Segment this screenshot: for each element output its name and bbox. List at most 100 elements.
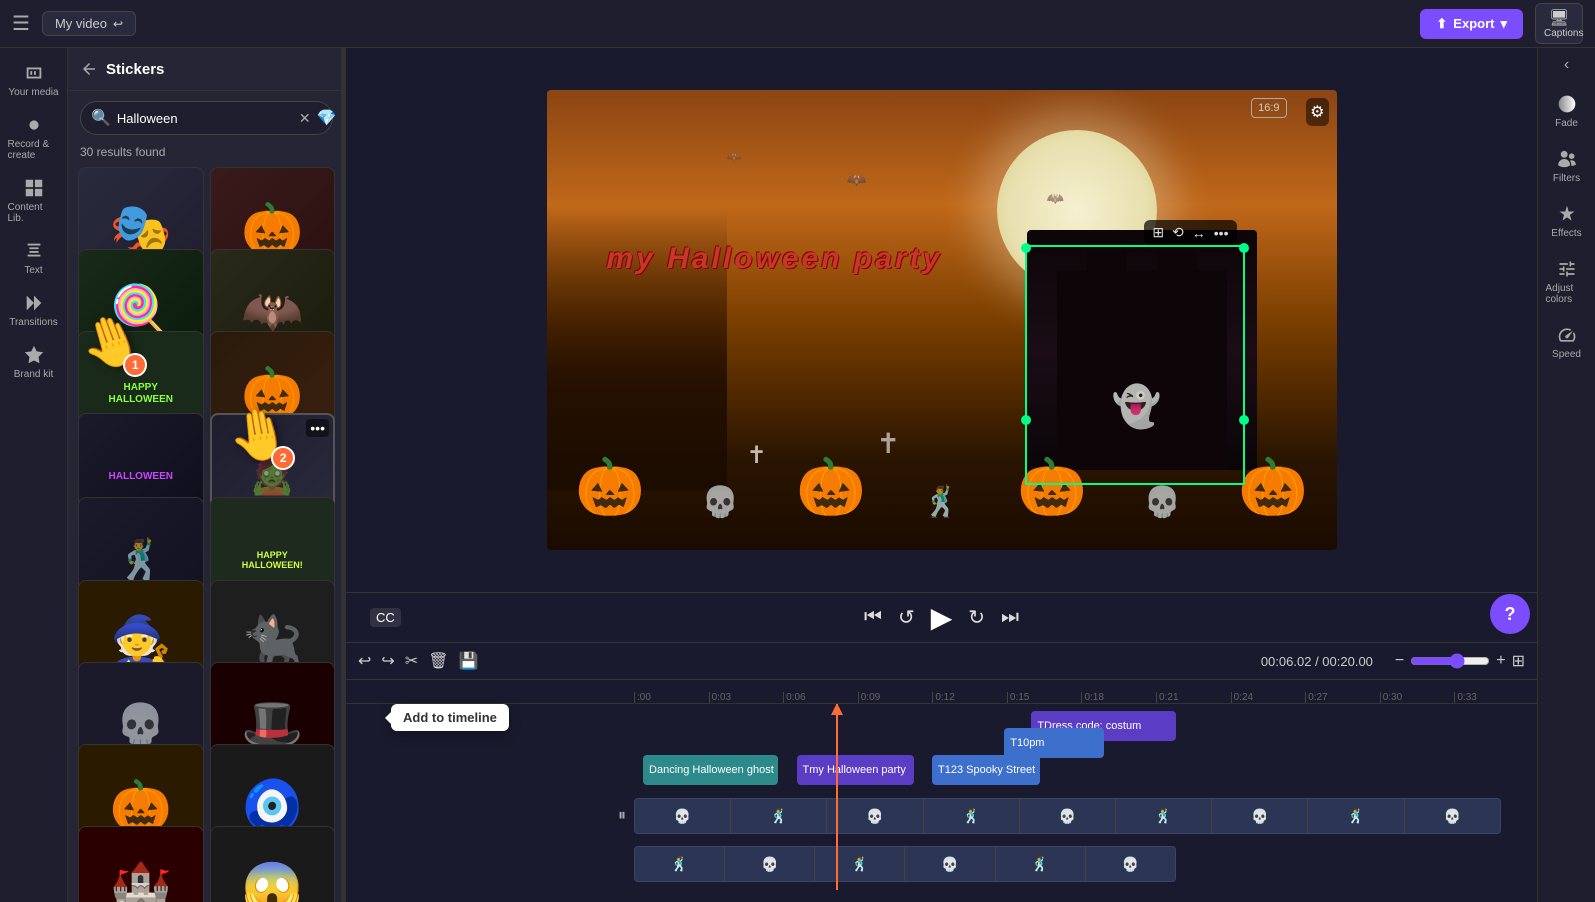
ruler-mark: 0:06 [783, 692, 858, 703]
video-frame: 🕺 [731, 799, 827, 833]
video-clip-2[interactable]: 🕺 💀 🕺 💀 🕺 💀 [634, 846, 1176, 882]
replay-5s-button[interactable]: ↺ [898, 605, 915, 630]
pumpkin-2: 🎃 [796, 454, 866, 520]
sidebar-item-transitions[interactable]: Transitions [4, 286, 64, 334]
transitions-icon [23, 292, 45, 314]
video-frame: 💀 [1020, 799, 1116, 833]
zoom-slider[interactable] [1410, 653, 1490, 669]
skeleton-3: 💀 [1144, 485, 1181, 520]
track-content: T Dress code: costum T 10pm [634, 708, 1537, 746]
sidebar-item-filters[interactable]: Filters [1542, 141, 1592, 192]
zoom-out-button[interactable]: − [1395, 652, 1404, 670]
video-frame: 🕺 [1308, 799, 1404, 833]
ruler-mark: :00 [634, 692, 709, 703]
rotate-icon[interactable]: ⟲ [1172, 224, 1184, 241]
sidebar-item-your-media[interactable]: Your media [4, 56, 64, 104]
timeline-ruler: :00 0:03 0:06 0:09 0:12 0:15 0:18 0:21 0… [346, 680, 1537, 704]
sticker-emoji: HAPPYHALLOWEEN [109, 382, 173, 406]
zoom-in-button[interactable]: + [1496, 652, 1505, 670]
selection-handle-br[interactable] [1021, 415, 1031, 425]
ruler-mark: 0:03 [709, 692, 784, 703]
video-clip-1[interactable]: 💀 🕺 💀 🕺 💀 🕺 💀 🕺 💀 [634, 798, 1501, 834]
forward-5s-button[interactable]: ↻ [968, 605, 985, 630]
video-frame: 💀 [725, 847, 815, 881]
sidebar-item-fade[interactable]: Fade [1542, 86, 1592, 137]
brand-icon [23, 344, 45, 366]
delete-button[interactable]: 🗑 [428, 651, 448, 671]
video-frame: 💀 [1212, 799, 1308, 833]
redo-button[interactable]: ↪ [381, 651, 394, 671]
sticker-emoji: 😱 [241, 859, 303, 902]
media-icon [23, 62, 45, 84]
video-settings-button[interactable]: ⚙ [1306, 98, 1328, 126]
video-frame: 💀 [827, 799, 923, 833]
captions-button[interactable]: 🖥 Captions [1535, 3, 1583, 44]
play-pause-button[interactable]: ▶ [931, 601, 953, 634]
selection-handle-tr[interactable] [1021, 243, 1031, 253]
fade-icon [1557, 94, 1577, 114]
castle-toolbar[interactable]: ⊞ ⟲ ↔ ••• [1144, 220, 1236, 245]
fit-timeline-button[interactable]: ⊞ [1512, 651, 1525, 671]
skeleton-2: 🕺 [923, 485, 960, 520]
back-button[interactable] [80, 60, 98, 78]
panel-title: Stickers [106, 61, 164, 78]
clip-ghost[interactable]: Dancing Halloween ghost [643, 755, 778, 785]
cut-button[interactable]: ✂ [405, 651, 418, 671]
clip-icon: T [1010, 737, 1017, 749]
hamburger-menu[interactable]: ☰ [12, 11, 30, 36]
save-button[interactable]: 💾 [459, 651, 479, 671]
track-content-video1: 💀 🕺 💀 🕺 💀 🕺 💀 🕺 💀 [634, 794, 1537, 838]
collapse-sidebar-button[interactable]: ‹ [1564, 56, 1569, 74]
undo-icon: ↩ [113, 17, 123, 31]
clip-123-spooky[interactable]: T 123 Spooky Street [932, 755, 1040, 785]
sticker-item[interactable]: 😱 [210, 826, 336, 902]
aspect-ratio-button[interactable]: 16:9 [1251, 98, 1286, 118]
export-button[interactable]: ⬆ Export ▾ [1420, 9, 1523, 39]
search-icon: 🔍 [91, 108, 111, 128]
more-options-icon[interactable]: ••• [1214, 225, 1229, 241]
sidebar-item-effects[interactable]: Effects [1542, 196, 1592, 247]
magic-search-icon[interactable]: 💎 [317, 108, 337, 128]
cc-button[interactable]: CC [370, 608, 401, 627]
sticker-emoji: 🧟 [250, 455, 295, 497]
track-label: ⏸ [346, 807, 634, 825]
help-button[interactable]: ? [1490, 594, 1530, 634]
skip-to-end-button[interactable]: ⏭ [1001, 606, 1019, 629]
sidebar-item-text[interactable]: Text [4, 234, 64, 282]
skip-to-start-button[interactable]: ⏮ [864, 606, 882, 629]
video-background: 👻 ⊞ ⟲ ↔ ••• [547, 90, 1337, 550]
filters-icon [1557, 149, 1577, 169]
panel-resize-handle[interactable] [341, 48, 345, 902]
canvas-wrapper: 👻 ⊞ ⟲ ↔ ••• [346, 48, 1537, 902]
time-display: 00:06.02 / 00:20.00 [1261, 654, 1373, 669]
undo-button[interactable]: ↩ [358, 651, 371, 671]
clip-my-halloween[interactable]: T my Halloween party [797, 755, 914, 785]
sidebar-item-content[interactable]: Content Lib. [4, 171, 64, 230]
selection-handle-bl[interactable] [1239, 415, 1249, 425]
video-tab-label: My video [55, 16, 107, 31]
selection-handle-tl[interactable] [1239, 243, 1249, 253]
sidebar-item-speed[interactable]: Speed [1542, 317, 1592, 368]
video-frame: 🕺 [924, 799, 1020, 833]
sticker-item[interactable]: 🏰 [78, 826, 204, 902]
ruler-mark: 0:27 [1305, 692, 1380, 703]
sticker-more-button[interactable]: ••• [306, 419, 329, 437]
text-icon [23, 240, 45, 262]
track-pause-button[interactable]: ⏸ [618, 807, 626, 825]
sidebar-item-record[interactable]: Record & create [4, 108, 64, 167]
video-frame: 💀 [905, 847, 995, 881]
track-row-text2: Dancing Halloween ghost T my Halloween p… [346, 752, 1537, 790]
clip-icon: T [803, 764, 810, 776]
sidebar-item-adjust[interactable]: Adjust colors [1542, 251, 1592, 313]
resize-icon[interactable]: ⊞ [1152, 224, 1164, 241]
clear-search-button[interactable]: ✕ [299, 110, 311, 127]
adjust-icon [1557, 259, 1577, 279]
search-input[interactable] [117, 111, 293, 126]
flip-icon[interactable]: ↔ [1192, 225, 1206, 241]
track-row-video1: ⏸ 💀 🕺 💀 🕺 � [346, 794, 1537, 838]
sidebar-item-brand[interactable]: Brand kit [4, 338, 64, 386]
video-tab[interactable]: My video ↩ [42, 11, 136, 36]
captions-icon: 🖥 [1544, 8, 1574, 28]
title-text-overlay: my Halloween party [607, 235, 1057, 277]
track-content-video2: 🕺 💀 🕺 💀 🕺 💀 [634, 842, 1537, 886]
